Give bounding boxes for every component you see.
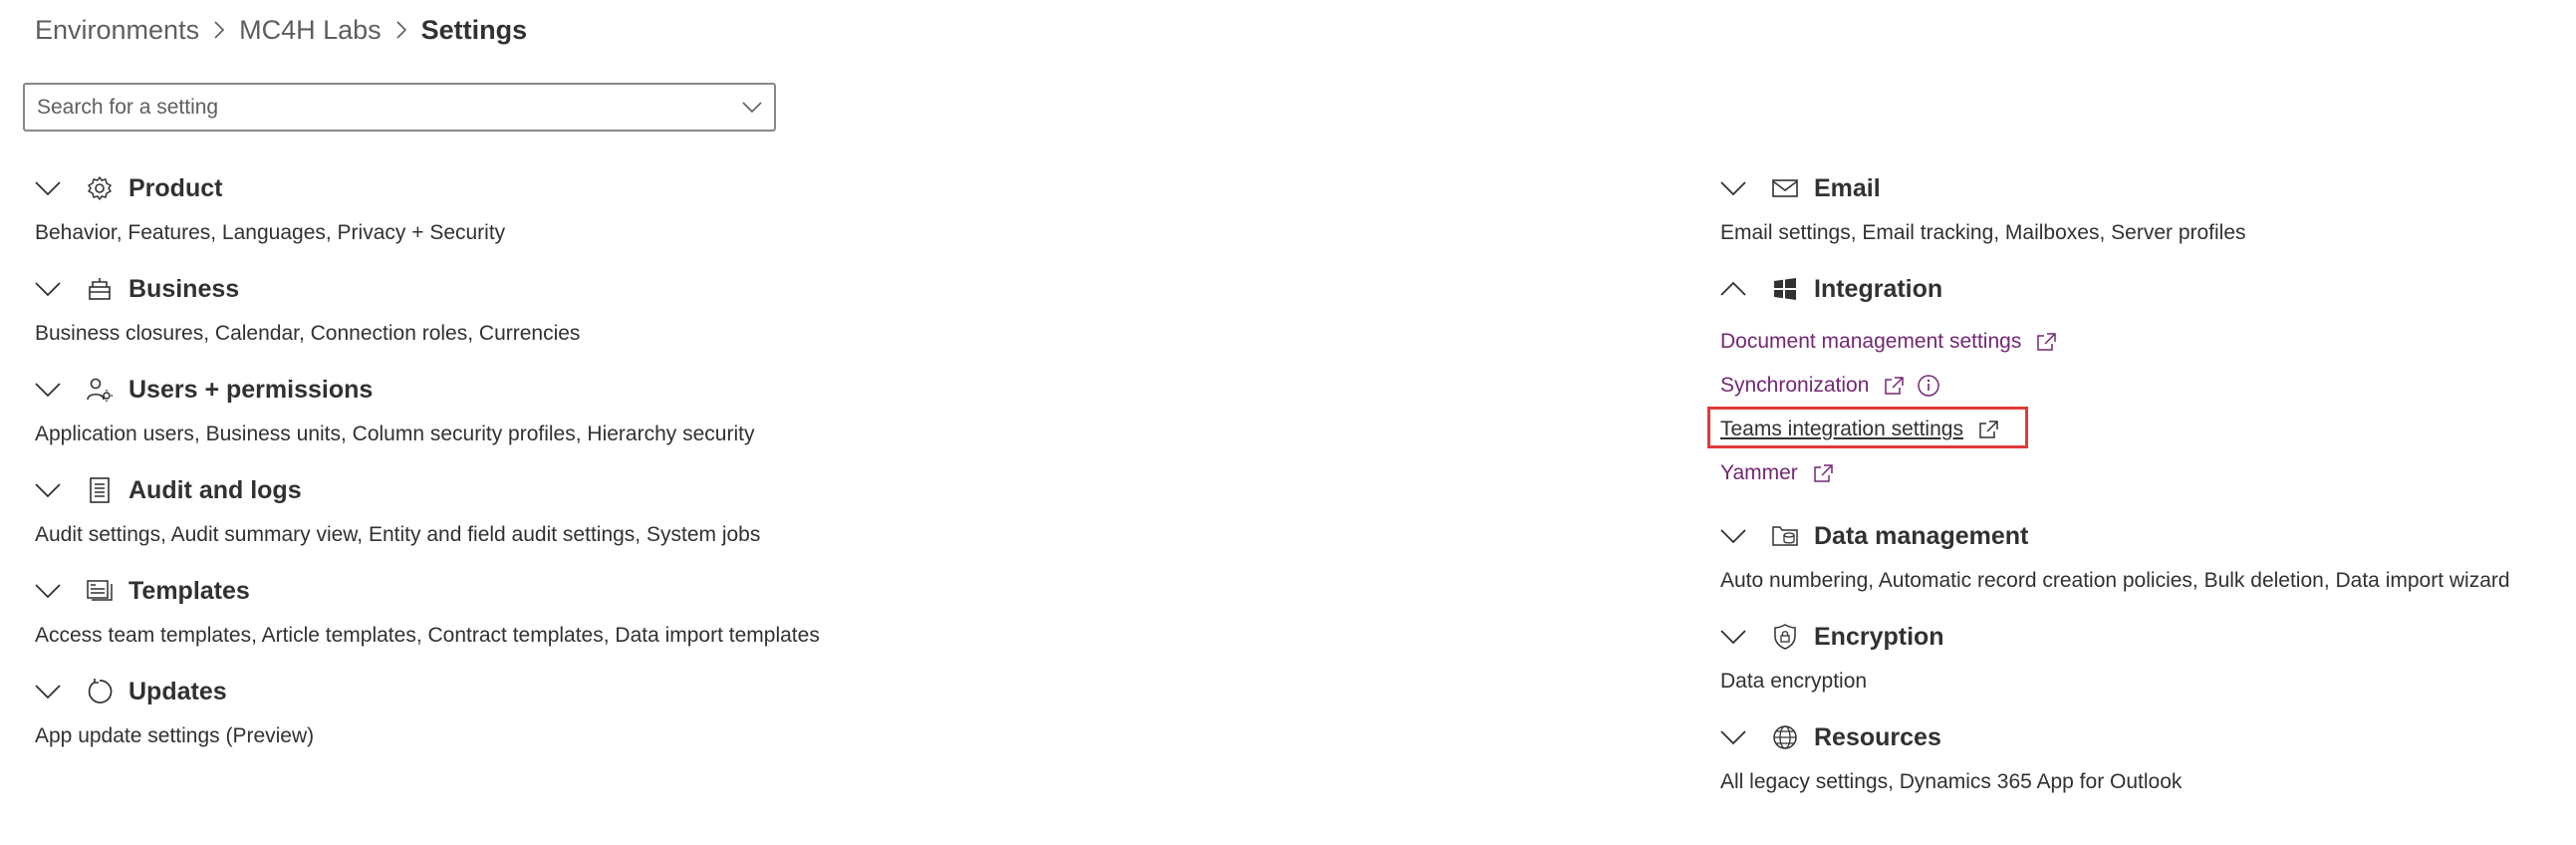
section-product-description: Behavior, Features, Languages, Privacy +… xyxy=(35,221,506,244)
section-users-permissions: Users + permissions Application users, B… xyxy=(35,361,1629,461)
chevron-down-icon[interactable] xyxy=(35,271,71,307)
synchronization-link[interactable]: Synchronization xyxy=(1720,374,1869,398)
section-business-header[interactable]: Business xyxy=(35,260,1629,318)
breadcrumb-environments[interactable]: Environments xyxy=(35,15,199,46)
breadcrumb-environment-mc4h-labs[interactable]: MC4H Labs xyxy=(239,15,382,46)
link-row-yammer: Yammer xyxy=(1720,451,2567,495)
section-product-header[interactable]: Product xyxy=(35,159,1629,217)
chevron-down-icon[interactable] xyxy=(1720,170,1756,206)
section-audit-logs-title: Audit and logs xyxy=(129,475,302,504)
link-row-teams-integration: Teams integration settings xyxy=(1707,407,2567,451)
updates-icon xyxy=(85,677,115,706)
section-data-management-title: Data management xyxy=(1814,521,2029,550)
yammer-link[interactable]: Yammer xyxy=(1720,461,1798,485)
globe-icon xyxy=(1770,722,1800,752)
windows-icon xyxy=(1770,274,1800,304)
section-business-description: Business closures, Calendar, Connection … xyxy=(35,322,581,345)
section-updates: Updates App update settings (Preview) xyxy=(35,663,1629,763)
business-icon xyxy=(85,274,115,304)
search-setting-combobox[interactable] xyxy=(23,83,776,132)
section-audit-logs-header[interactable]: Audit and logs xyxy=(35,461,1629,519)
section-data-management: Data management Auto numbering, Automati… xyxy=(1720,507,2567,608)
users-permissions-icon xyxy=(85,375,115,405)
section-encryption-header[interactable]: Encryption xyxy=(1720,608,2567,666)
chevron-down-icon[interactable] xyxy=(35,573,71,609)
section-resources-description: All legacy settings, Dynamics 365 App fo… xyxy=(1720,770,2183,793)
link-row-synchronization: Synchronization xyxy=(1720,364,2567,408)
settings-left-column: Product Behavior, Features, Languages, P… xyxy=(35,159,1629,763)
chevron-right-icon xyxy=(199,21,239,39)
shield-lock-icon xyxy=(1770,622,1800,652)
chevron-down-icon[interactable] xyxy=(35,372,71,408)
section-audit-logs-description: Audit settings, Audit summary view, Enti… xyxy=(35,523,761,546)
section-email-title: Email xyxy=(1814,173,1881,202)
section-templates-description: Access team templates, Article templates… xyxy=(35,624,820,647)
section-templates-header[interactable]: Templates xyxy=(35,562,1629,620)
section-resources-title: Resources xyxy=(1814,722,1941,751)
section-resources: Resources All legacy settings, Dynamics … xyxy=(1720,708,2567,809)
chevron-down-icon[interactable] xyxy=(35,170,71,206)
chevron-right-icon xyxy=(382,21,421,39)
section-templates: Templates Access team templates, Article… xyxy=(35,562,1629,663)
info-icon[interactable] xyxy=(1917,374,1940,398)
external-link-icon xyxy=(2035,332,2057,352)
external-link-icon xyxy=(1812,463,1834,483)
section-product: Product Behavior, Features, Languages, P… xyxy=(35,159,1629,260)
link-row-document-management: Document management settings xyxy=(1720,320,2567,364)
breadcrumb: Environments MC4H Labs Settings xyxy=(35,10,527,50)
external-link-icon xyxy=(1883,376,1905,396)
chevron-down-icon[interactable] xyxy=(1720,719,1756,755)
section-updates-title: Updates xyxy=(129,677,227,705)
breadcrumb-current-settings: Settings xyxy=(420,14,528,45)
section-templates-title: Templates xyxy=(129,576,250,605)
section-updates-description: App update settings (Preview) xyxy=(35,724,315,747)
section-product-title: Product xyxy=(129,173,223,202)
section-email: Email Email settings, Email tracking, Ma… xyxy=(1720,159,2567,260)
document-management-settings-link[interactable]: Document management settings xyxy=(1720,330,2021,354)
chevron-down-icon[interactable] xyxy=(1720,518,1756,554)
chevron-down-icon[interactable] xyxy=(35,674,71,709)
section-business: Business Business closures, Calendar, Co… xyxy=(35,260,1629,361)
section-resources-header[interactable]: Resources xyxy=(1720,708,2567,766)
section-updates-header[interactable]: Updates xyxy=(35,663,1629,720)
templates-icon xyxy=(85,576,115,606)
section-integration: Integration Document management settings… xyxy=(1707,260,2567,507)
section-data-management-header[interactable]: Data management xyxy=(1720,507,2567,565)
section-integration-title: Integration xyxy=(1814,274,1943,303)
section-email-header[interactable]: Email xyxy=(1720,159,2567,217)
section-encryption: Encryption Data encryption xyxy=(1720,608,2567,708)
section-business-title: Business xyxy=(129,274,240,303)
search-input[interactable] xyxy=(25,85,730,130)
chevron-down-icon[interactable] xyxy=(730,85,774,130)
section-users-permissions-description: Application users, Business units, Colum… xyxy=(35,422,755,445)
section-integration-header[interactable]: Integration xyxy=(1720,260,2567,318)
section-users-permissions-title: Users + permissions xyxy=(129,375,374,404)
integration-links: Document management settings Synchroniza… xyxy=(1707,318,2567,507)
data-management-icon xyxy=(1770,521,1800,551)
chevron-up-icon[interactable] xyxy=(1720,271,1756,307)
gear-icon xyxy=(85,173,115,203)
external-link-icon xyxy=(1977,420,1999,439)
chevron-down-icon[interactable] xyxy=(35,472,71,508)
section-audit-logs: Audit and logs Audit settings, Audit sum… xyxy=(35,461,1629,562)
section-encryption-title: Encryption xyxy=(1814,622,1944,651)
section-data-management-description: Auto numbering, Automatic record creatio… xyxy=(1720,569,2510,592)
section-email-description: Email settings, Email tracking, Mailboxe… xyxy=(1720,221,2246,244)
teams-integration-settings-link[interactable]: Teams integration settings xyxy=(1720,418,1963,441)
audit-log-icon xyxy=(85,475,115,505)
mail-icon xyxy=(1770,173,1800,203)
section-encryption-description: Data encryption xyxy=(1720,670,1868,693)
section-users-permissions-header[interactable]: Users + permissions xyxy=(35,361,1629,419)
settings-right-column: Email Email settings, Email tracking, Ma… xyxy=(1707,159,2567,809)
chevron-down-icon[interactable] xyxy=(1720,619,1756,655)
